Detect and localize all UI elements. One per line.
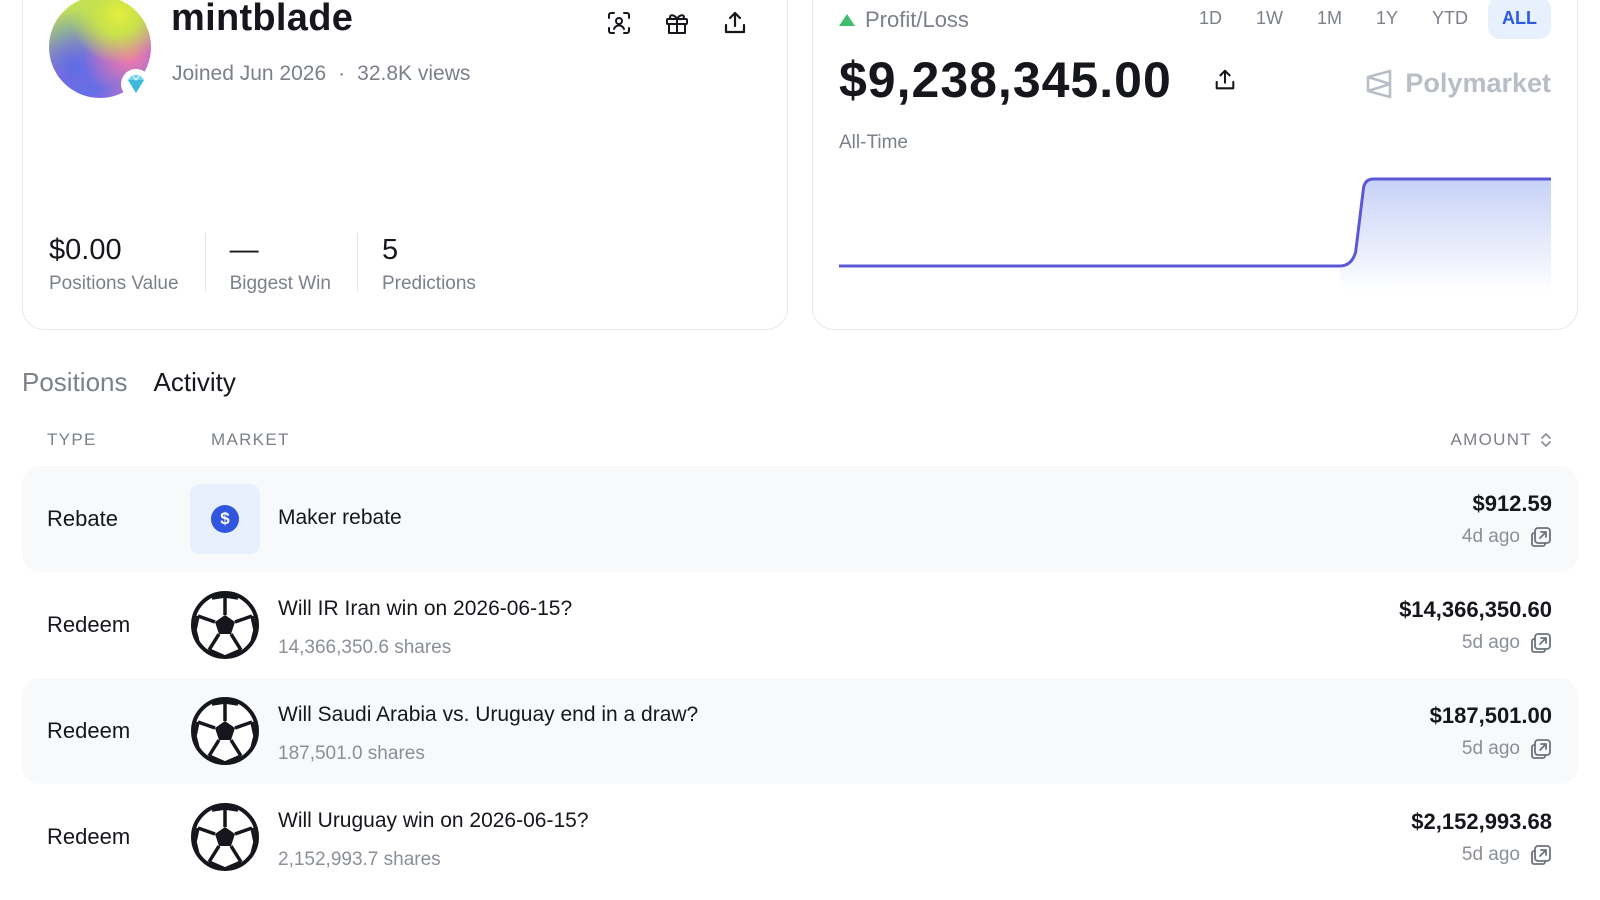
up-triangle-icon: [839, 14, 855, 26]
pnl-label-text: Profit/Loss: [865, 7, 969, 32]
row-title[interactable]: Will IR Iran win on 2026-06-15?: [278, 597, 572, 621]
row-time-text: 5d ago: [1461, 844, 1520, 865]
row-time: 4d ago: [1462, 526, 1552, 548]
profile-stats: $0.00 Positions Value — Biggest Win 5 Pr…: [49, 233, 526, 294]
row-time-text: 5d ago: [1461, 738, 1520, 759]
username: mintblade: [171, 0, 354, 39]
stat-value: $0.00: [49, 234, 122, 266]
external-link-icon[interactable]: [1530, 738, 1552, 760]
table-row[interactable]: Redeem Will IR Iran win on 2026-06-15? 1…: [22, 572, 1578, 678]
range-1m[interactable]: 1M: [1303, 0, 1356, 39]
soccer-ball-icon: [191, 697, 259, 765]
sort-icon: [1541, 433, 1551, 447]
tab-activity[interactable]: Activity: [154, 367, 236, 398]
share-icon[interactable]: [721, 9, 749, 37]
pnl-value: $9,238,345.00: [839, 52, 1172, 108]
external-link-icon[interactable]: [1530, 844, 1552, 866]
row-type: Redeem: [47, 824, 131, 849]
soccer-ball-icon: [191, 591, 259, 659]
header-type: TYPE: [47, 430, 97, 449]
row-amount: $14,366,350.60: [1399, 597, 1552, 622]
tab-positions[interactable]: Positions: [22, 367, 128, 398]
stat-label: Biggest Win: [229, 273, 331, 294]
range-1y[interactable]: 1Y: [1362, 0, 1412, 39]
polymarket-logo-icon: [1367, 69, 1392, 98]
external-link-icon[interactable]: [1530, 632, 1552, 654]
row-title[interactable]: Will Saudi Arabia vs. Uruguay end in a d…: [278, 703, 698, 727]
stat-biggest-win: — Biggest Win: [229, 233, 358, 294]
diamond-badge-icon: [121, 69, 151, 99]
row-time-text: 5d ago: [1461, 632, 1520, 653]
table-row[interactable]: Rebate $ Maker rebate $912.59 4d ago: [22, 466, 1578, 572]
meta-separator: ·: [338, 62, 346, 85]
row-amount: $912.59: [1472, 491, 1552, 516]
row-type: Redeem: [47, 718, 131, 743]
row-title[interactable]: Will Uruguay win on 2026-06-15?: [278, 809, 589, 833]
profile-actions: [605, 9, 749, 37]
row-amount: $187,501.00: [1429, 703, 1552, 728]
row-time: 5d ago: [1462, 844, 1552, 866]
row-time-text: 4d ago: [1461, 526, 1520, 547]
profile-card: mintblade Joined Jun 2026 · 32.8K views $0…: [22, 0, 788, 330]
stat-label: Predictions: [381, 273, 476, 294]
stat-value: —: [229, 234, 259, 266]
stat-predictions: 5 Predictions: [381, 233, 502, 294]
row-shares: 187,501.0 shares: [278, 743, 425, 764]
view-count: 32.8K views: [357, 62, 471, 85]
external-link-icon[interactable]: [1530, 526, 1552, 548]
row-type: Redeem: [47, 612, 131, 637]
row-amount: $2,152,993.68: [1411, 809, 1552, 834]
pnl-period: All-Time: [839, 132, 908, 153]
row-type: Rebate: [47, 506, 118, 531]
stat-positions-value: $0.00 Positions Value: [49, 233, 206, 294]
stat-label: Positions Value: [49, 273, 179, 294]
header-amount-sort[interactable]: AMOUNT: [1451, 430, 1552, 450]
pnl-chart-area: [1339, 179, 1551, 291]
polymarket-brand: Polymarket: [1365, 68, 1551, 99]
profile-meta: Joined Jun 2026 · 32.8K views: [172, 62, 470, 86]
activity-tabs: Positions Activity: [22, 367, 236, 398]
table-row[interactable]: Redeem Will Saudi Arabia vs. Uruguay end…: [22, 678, 1578, 784]
table-header: TYPE MARKET AMOUNT: [22, 430, 1578, 454]
row-shares: 14,366,350.6 shares: [278, 637, 452, 658]
pnl-chart: [839, 177, 1551, 291]
stat-value: 5: [381, 234, 399, 266]
range-ytd[interactable]: YTD: [1418, 0, 1482, 39]
pnl-card: Profit/Loss 1D 1W 1M 1Y YTD ALL $9,238,3…: [812, 0, 1578, 330]
header-market: MARKET: [211, 430, 290, 449]
table-row[interactable]: Redeem Will Uruguay win on 2026-06-15? 2…: [22, 784, 1578, 890]
pnl-label: Profit/Loss: [839, 7, 969, 33]
share-pnl-icon[interactable]: [1213, 68, 1237, 97]
joined-date: Joined Jun 2026: [172, 62, 327, 85]
soccer-ball-icon: [191, 803, 259, 871]
row-shares: 2,152,993.7 shares: [278, 849, 441, 870]
range-1d[interactable]: 1D: [1185, 0, 1236, 39]
row-title[interactable]: Maker rebate: [278, 506, 402, 530]
range-1w[interactable]: 1W: [1242, 0, 1297, 39]
row-time: 5d ago: [1462, 738, 1552, 760]
scan-icon[interactable]: [605, 9, 633, 37]
row-time: 5d ago: [1462, 632, 1552, 654]
header-amount: AMOUNT: [1450, 430, 1532, 449]
range-selector: 1D 1W 1M 1Y YTD ALL: [1185, 0, 1551, 39]
brand-name: Polymarket: [1405, 68, 1551, 98]
dollar-coin-icon: $: [190, 484, 260, 554]
gift-icon[interactable]: [663, 9, 691, 37]
range-all[interactable]: ALL: [1488, 0, 1551, 39]
